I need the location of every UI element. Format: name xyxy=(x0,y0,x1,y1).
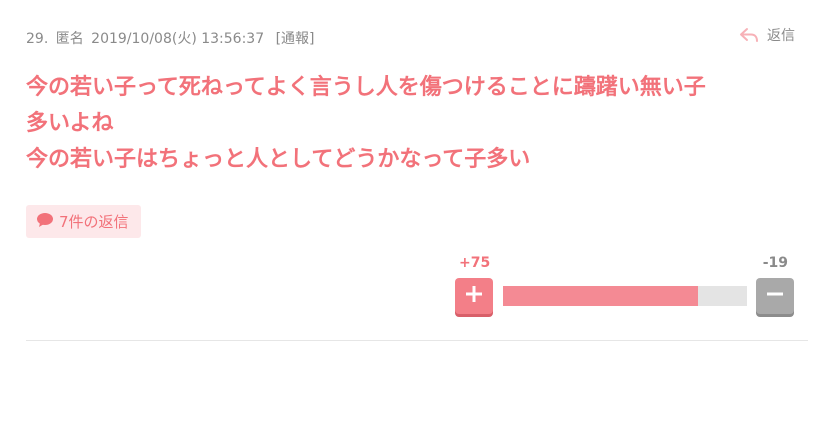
plus-count: +75 xyxy=(459,255,491,271)
comment-body-line: 今の若い子はちょっと人としてどうかなって子多い xyxy=(26,147,531,172)
comment-number: 29. xyxy=(26,31,49,47)
comment-datetime: 2019/10/08(火) 13:56:37 xyxy=(91,31,265,47)
minus-icon xyxy=(766,285,784,307)
vote-ratio-bar xyxy=(503,286,747,306)
vote-ratio-fill xyxy=(503,286,698,306)
divider xyxy=(26,340,808,341)
minus-count: -19 xyxy=(762,255,788,271)
comment-author: 匿名 xyxy=(55,31,84,47)
reply-button[interactable]: 返信 xyxy=(739,24,795,46)
comment-body-line: 今の若い子って死ねってよく言うし人を傷つけることに躊躇い無い子 xyxy=(26,75,706,100)
speech-bubble-icon xyxy=(36,212,54,232)
plus-icon xyxy=(465,285,483,307)
view-replies-button[interactable]: 7件の返信 xyxy=(26,205,141,238)
comment-body-line: 多いよね xyxy=(26,111,114,136)
comment-item: 29. 匿名 2019/10/08(火) 13:56:37 [通報] 返信 今の… xyxy=(0,0,835,446)
reply-label: 返信 xyxy=(767,28,795,44)
reply-arrow-icon xyxy=(739,27,759,43)
report-link[interactable]: [通報] xyxy=(276,31,315,47)
replies-count-label: 7件の返信 xyxy=(59,213,129,231)
vote-area: +75 -19 xyxy=(455,254,795,318)
comment-body: 今の若い子って死ねってよく言うし人を傷つけることに躊躇い無い子 多いよね 今の若… xyxy=(26,70,816,178)
comment-meta: 29. 匿名 2019/10/08(火) 13:56:37 [通報] xyxy=(26,28,318,48)
plus-vote-button[interactable] xyxy=(455,278,493,314)
minus-vote-button[interactable] xyxy=(756,278,794,314)
